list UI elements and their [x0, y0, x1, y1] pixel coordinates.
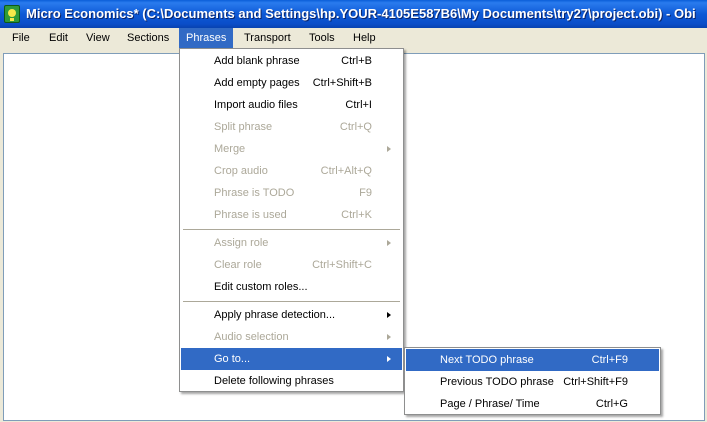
menu-item-add-blank-phrase[interactable]: Add blank phrase Ctrl+B — [181, 50, 402, 72]
menu-file[interactable]: File — [5, 28, 37, 48]
menu-item-label: Audio selection — [214, 331, 289, 343]
menu-item-phrase-is-todo[interactable]: Phrase is TODO F9 — [181, 182, 402, 204]
menu-item-phrase-is-used[interactable]: Phrase is used Ctrl+K — [181, 204, 402, 226]
phrases-dropdown-menu: Add blank phrase Ctrl+B Add empty pages … — [179, 48, 404, 392]
menu-item-split-phrase[interactable]: Split phrase Ctrl+Q — [181, 116, 402, 138]
menu-item-next-todo-phrase[interactable]: Next TODO phrase Ctrl+F9 — [406, 349, 659, 371]
obi-app-icon[interactable] — [4, 5, 20, 23]
menu-separator — [183, 301, 400, 302]
menu-item-import-audio-files[interactable]: Import audio files Ctrl+I — [181, 94, 402, 116]
menu-item-label: Add blank phrase — [214, 55, 300, 67]
menu-item-merge[interactable]: Merge — [181, 138, 402, 160]
menu-item-label: Split phrase — [214, 121, 273, 133]
menu-item-label: Crop audio — [214, 165, 268, 177]
menu-item-label: Import audio files — [214, 99, 298, 111]
menu-item-label: Previous TODO phrase — [440, 376, 554, 388]
menu-item-add-empty-pages[interactable]: Add empty pages Ctrl+Shift+B — [181, 72, 402, 94]
menu-item-label: Clear role — [214, 259, 262, 271]
menu-item-label: Apply phrase detection... — [214, 309, 336, 321]
menu-item-crop-audio[interactable]: Crop audio Ctrl+Alt+Q — [181, 160, 402, 182]
submenu-arrow-icon — [387, 146, 391, 152]
menu-edit[interactable]: Edit — [42, 28, 75, 48]
menu-item-clear-role[interactable]: Clear role Ctrl+Shift+C — [181, 254, 402, 276]
window-title: Micro Economics* (C:\Documents and Setti… — [26, 6, 696, 21]
submenu-arrow-icon — [387, 312, 391, 318]
menu-item-label: Next TODO phrase — [440, 354, 534, 366]
menu-phrases[interactable]: Phrases — [179, 28, 234, 48]
menu-item-label: Edit custom roles... — [214, 281, 308, 293]
menu-item-shortcut: Ctrl+G — [595, 398, 628, 410]
menu-item-label: Assign role — [214, 237, 269, 249]
menu-separator — [183, 229, 400, 230]
menu-sections[interactable]: Sections — [120, 28, 176, 48]
menu-item-assign-role[interactable]: Assign role — [181, 232, 402, 254]
menu-item-shortcut: F9 — [359, 187, 372, 199]
menu-item-previous-todo-phrase[interactable]: Previous TODO phrase Ctrl+Shift+F9 — [406, 371, 659, 393]
menu-bar: File Edit View Sections Phrases Transpor… — [0, 28, 707, 48]
menu-item-label: Delete following phrases — [214, 375, 334, 387]
submenu-arrow-icon — [387, 356, 391, 362]
menu-item-label: Phrase is used — [214, 209, 287, 221]
title-bar[interactable]: Micro Economics* (C:\Documents and Setti… — [0, 0, 707, 28]
goto-submenu: Next TODO phrase Ctrl+F9 Previous TODO p… — [404, 347, 661, 415]
menu-item-label: Merge — [214, 143, 246, 155]
menu-item-label: Page / Phrase/ Time — [440, 398, 540, 410]
menu-item-label: Go to... — [214, 353, 251, 365]
menu-item-shortcut: Ctrl+B — [341, 55, 372, 67]
menu-item-shortcut: Ctrl+Alt+Q — [320, 165, 372, 177]
menu-item-shortcut: Ctrl+Shift+C — [312, 259, 372, 271]
menu-item-edit-custom-roles[interactable]: Edit custom roles... — [181, 276, 402, 298]
menu-item-apply-phrase-detection[interactable]: Apply phrase detection... — [181, 304, 402, 326]
menu-item-delete-following-phrases[interactable]: Delete following phrases — [181, 370, 402, 392]
menu-item-shortcut: Ctrl+F9 — [591, 354, 628, 366]
menu-item-shortcut: Ctrl+I — [345, 99, 372, 111]
menu-item-shortcut: Ctrl+K — [341, 209, 372, 221]
menu-item-shortcut: Ctrl+Shift+B — [312, 77, 372, 89]
menu-item-shortcut: Ctrl+Shift+F9 — [563, 376, 628, 388]
menu-view[interactable]: View — [79, 28, 117, 48]
menu-item-page-phrase-time[interactable]: Page / Phrase/ Time Ctrl+G — [406, 393, 659, 415]
menu-transport[interactable]: Transport — [237, 28, 298, 48]
submenu-arrow-icon — [387, 240, 391, 246]
menu-tools[interactable]: Tools — [302, 28, 342, 48]
menu-item-label: Phrase is TODO — [214, 187, 295, 199]
menu-item-shortcut: Ctrl+Q — [339, 121, 372, 133]
menu-help[interactable]: Help — [346, 28, 383, 48]
menu-item-label: Add empty pages — [214, 77, 300, 89]
submenu-arrow-icon — [387, 334, 391, 340]
menu-item-audio-selection[interactable]: Audio selection — [181, 326, 402, 348]
menu-item-go-to[interactable]: Go to... — [181, 348, 402, 370]
